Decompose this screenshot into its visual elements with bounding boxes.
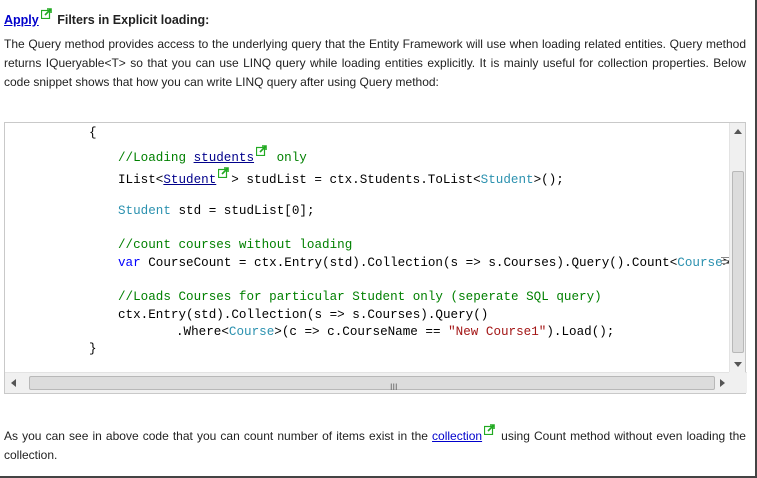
code-line: IList<Student > studList = ctx.Students.T… [118,167,564,190]
horizontal-scroll-thumb[interactable]: III [29,376,715,392]
intro-paragraph: The Query method provides access to the … [4,37,746,89]
apply-link[interactable]: Apply [4,13,39,27]
scroll-up-icon[interactable] [734,129,742,134]
external-link-icon[interactable] [218,167,230,178]
overflow-grip [721,257,729,266]
code-line: .Where<Course>(c => c.CourseName == "New… [176,324,614,342]
code-viewport: { //Loading students only IList<Student >… [5,123,731,373]
scroll-down-icon[interactable] [734,362,742,367]
vertical-scroll-thumb[interactable] [732,171,744,353]
code-line: var CourseCount = ctx.Entry(std).Collect… [118,255,731,273]
code-line: //Loads Courses for particular Student o… [118,289,602,307]
code-type: Student [480,173,534,187]
code-token: > studList = ctx.Students.ToList< [231,173,481,187]
code-token: .Where< [176,325,229,339]
scroll-left-icon[interactable] [11,379,16,387]
code-string: "New Course1" [448,325,547,339]
code-token: IList< [118,173,164,187]
code-line: } [89,341,97,359]
code-token: >(c => c.CourseName == [274,325,449,339]
code-type: Course [677,256,723,270]
outro-paragraph: As you can see in above code that you ca… [4,424,746,465]
code-line: //Loading students only [118,145,307,168]
code-comment: //count courses without loading [118,238,353,252]
external-link-icon[interactable] [484,424,495,435]
external-link-icon[interactable] [40,8,52,19]
external-link-icon[interactable] [256,145,267,156]
code-block: { //Loading students only IList<Student >… [4,122,747,394]
collection-link[interactable]: collection [432,429,482,443]
heading-title: Filters in Explicit loading: [57,13,210,27]
scroll-right-icon[interactable] [720,379,725,387]
vertical-scrollbar[interactable] [729,123,745,373]
code-type: Student [118,204,171,218]
code-token: ).Load(); [546,325,615,339]
code-token: ctx.Entry(std).Collection(s => s.Courses… [118,308,489,322]
code-token: } [89,342,97,356]
section-heading: Apply Filters in Explicit loading: [4,8,209,27]
code-comment: //Loads Courses for particular Student o… [118,290,602,304]
code-line: Student std = studList[0]; [118,203,315,221]
code-token: >(); [533,173,564,187]
students-link[interactable]: students [194,151,254,165]
page-frame: Apply Filters in Explicit loading: The Q… [0,0,757,478]
code-line: ctx.Entry(std).Collection(s => s.Courses… [118,307,488,325]
scroll-grip: III [390,382,398,392]
code-type: Course [228,325,275,339]
code-token: CourseCount = ctx.Entry(std).Collection(… [140,256,678,270]
student-link[interactable]: Student [163,173,216,187]
code-keyword: var [118,256,141,270]
code-comment: only [269,151,307,165]
code-text: { //Loading students only IList<Student >… [5,123,731,373]
code-token: { [89,126,97,140]
code-line: { [89,125,97,143]
outro-text: As you can see in above code that you ca… [4,429,433,443]
scroll-corner [729,372,745,393]
code-comment: //Loading [118,151,194,165]
code-token: std = studList[0]; [170,204,315,218]
code-line: //count courses without loading [118,237,352,255]
horizontal-scrollbar[interactable]: III [5,372,747,393]
